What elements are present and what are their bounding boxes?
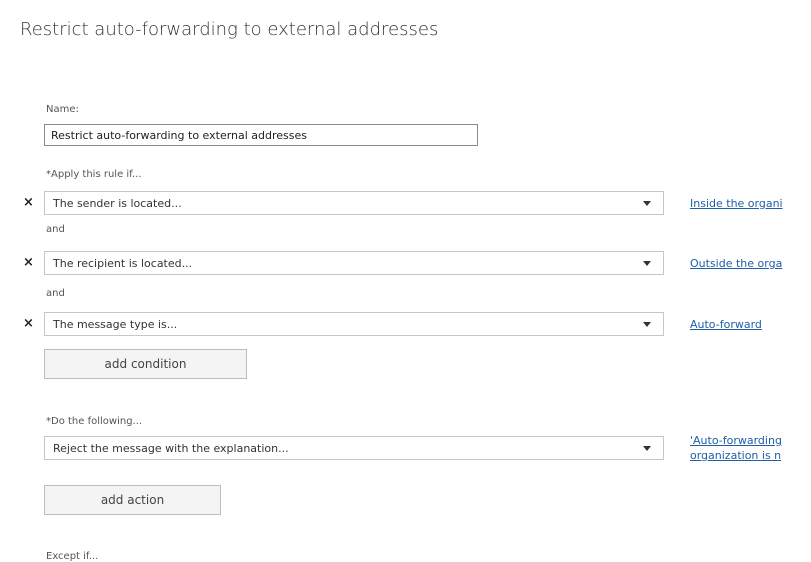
condition-select-message-type[interactable]: The message type is... xyxy=(44,312,664,336)
close-icon[interactable]: × xyxy=(23,195,34,210)
action-link-explanation[interactable]: 'Auto-forwarding xyxy=(690,434,782,447)
apply-rule-label: *Apply this rule if... xyxy=(46,169,142,180)
condition-link-message-type[interactable]: Auto-forward xyxy=(690,318,762,331)
and-label: and xyxy=(46,288,65,299)
chevron-down-icon xyxy=(643,261,651,266)
add-condition-button[interactable]: add condition xyxy=(44,349,247,379)
page-title: Restrict auto-forwarding to external add… xyxy=(20,19,439,40)
condition-select-value: The sender is located... xyxy=(53,197,182,210)
except-if-label: Except if... xyxy=(46,551,99,562)
condition-link-sender[interactable]: Inside the organi xyxy=(690,197,783,210)
condition-select-value: The recipient is located... xyxy=(53,257,193,270)
name-input[interactable] xyxy=(44,124,478,146)
condition-select-sender[interactable]: The sender is located... xyxy=(44,191,664,215)
condition-select-value: The message type is... xyxy=(53,318,178,331)
name-label: Name: xyxy=(46,104,79,115)
chevron-down-icon xyxy=(643,322,651,327)
condition-link-recipient[interactable]: Outside the orga xyxy=(690,257,782,270)
action-select[interactable]: Reject the message with the explanation.… xyxy=(44,436,664,460)
do-following-label: *Do the following... xyxy=(46,416,143,427)
close-icon[interactable]: × xyxy=(23,316,34,331)
close-icon[interactable]: × xyxy=(23,255,34,270)
and-label: and xyxy=(46,224,65,235)
action-link-explanation-cont[interactable]: organization is n xyxy=(690,449,781,462)
chevron-down-icon xyxy=(643,446,651,451)
action-select-value: Reject the message with the explanation.… xyxy=(53,442,289,455)
add-action-button[interactable]: add action xyxy=(44,485,221,515)
chevron-down-icon xyxy=(643,201,651,206)
condition-select-recipient[interactable]: The recipient is located... xyxy=(44,251,664,275)
